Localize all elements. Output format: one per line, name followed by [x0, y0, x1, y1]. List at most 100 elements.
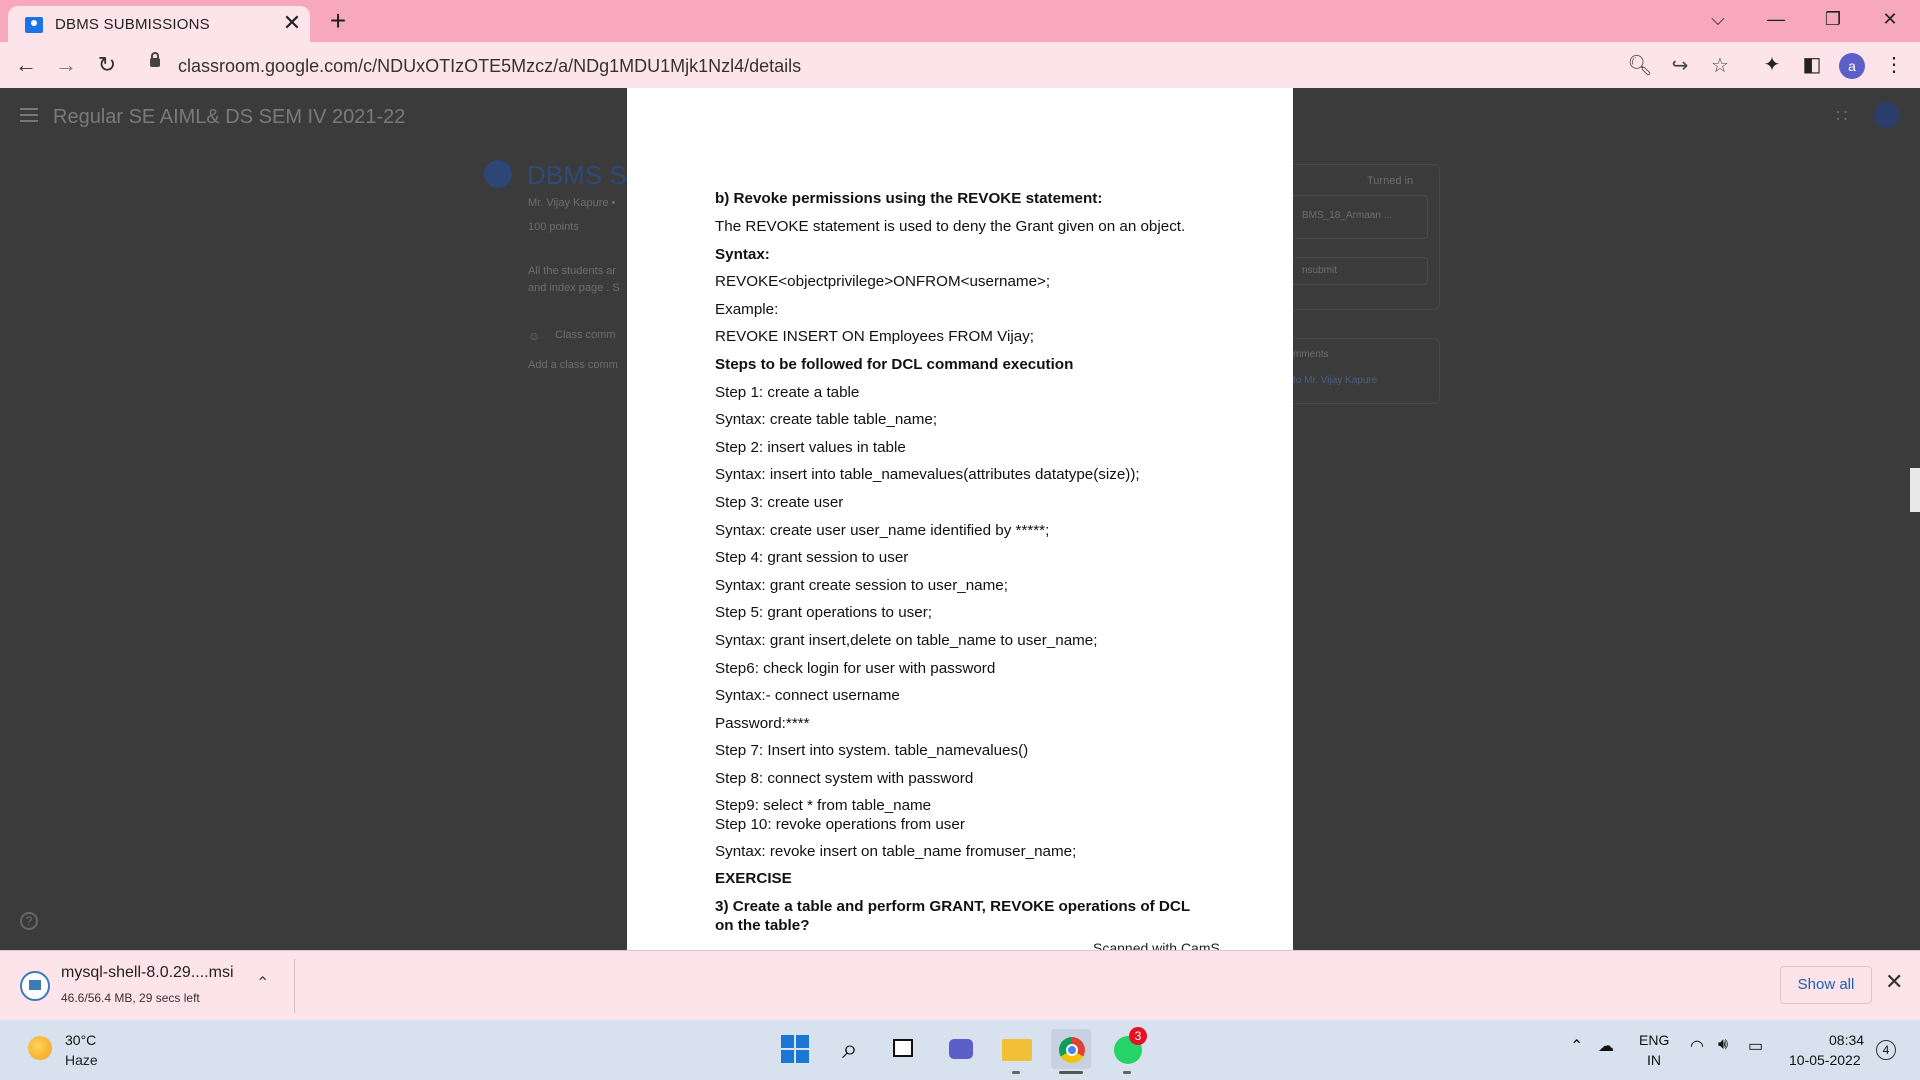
document-line: Step9: select * from table_name	[715, 797, 932, 814]
running-indicator	[1123, 1071, 1131, 1074]
document-line: Step 5: grant operations to user;	[715, 604, 932, 621]
document-line: Step 1: create a table	[715, 384, 860, 401]
show-all-button[interactable]: Show all	[1780, 966, 1872, 1004]
running-indicator	[1012, 1071, 1020, 1074]
teacher-name: Mr. Vijay Kapure •	[528, 197, 616, 209]
attachment-chip[interactable]: BMS_18_Armaan ...	[1291, 195, 1428, 239]
minimize-button[interactable]: —	[1748, 0, 1804, 40]
clock-time[interactable]: 08:34	[1829, 1032, 1864, 1048]
side-panel-icon[interactable]: ◧	[1796, 49, 1828, 81]
unsubmit-label: nsubmit	[1302, 265, 1338, 276]
clock-date[interactable]: 10-05-2022	[1789, 1052, 1861, 1068]
turned-in-status: Turned in	[1367, 175, 1414, 187]
back-button[interactable]: ←	[10, 49, 42, 81]
close-shelf-icon[interactable]: ✕	[1885, 969, 1903, 995]
class-name[interactable]: Regular SE AIML& DS SEM IV 2021-22	[53, 106, 405, 129]
close-window-button[interactable]: ✕	[1862, 0, 1918, 40]
document-line: Step 8: connect system with password	[715, 770, 974, 787]
file-explorer-icon[interactable]	[996, 1029, 1036, 1069]
document-line: Step 4: grant session to user	[715, 549, 909, 566]
assignment-points: 100 points	[528, 221, 579, 233]
add-class-comment-link[interactable]: Add a class comm	[528, 359, 618, 371]
document-line: Step 2: insert values in table	[715, 439, 906, 456]
profile-avatar[interactable]: a	[1839, 53, 1865, 79]
divider	[294, 959, 295, 1013]
start-button-icon[interactable]	[775, 1029, 815, 1069]
chrome-icon[interactable]	[1051, 1029, 1091, 1069]
teams-chat-icon[interactable]	[940, 1029, 980, 1069]
onedrive-icon[interactable]: ☁	[1598, 1036, 1614, 1056]
tab-search-icon[interactable]: ⌵	[1690, 0, 1746, 40]
document-line: The REVOKE statement is used to deny the…	[715, 218, 1186, 235]
private-comments-card: mments to Mr. Vijay Kapure	[1280, 338, 1440, 404]
help-icon[interactable]: ?	[20, 912, 38, 930]
browser-toolbar: ← → ↻ classroom.google.com/c/NDUxOTIzOTE…	[0, 42, 1920, 88]
document-line: Steps to be followed for DCL command exe…	[715, 356, 1074, 373]
document-line: Step 7: Insert into system. table_nameva…	[715, 742, 1029, 759]
document-line: Syntax:	[715, 246, 770, 263]
extensions-puzzle-icon[interactable]: ✦	[1756, 49, 1788, 81]
document-line: Syntax: insert into table_namevalues(att…	[715, 466, 1140, 483]
download-file-name[interactable]: mysql-shell-8.0.29....msi	[61, 964, 234, 982]
chevron-up-icon[interactable]: ⌃	[256, 973, 269, 993]
reload-button[interactable]: ↻	[91, 49, 123, 81]
your-work-card: Turned in BMS_18_Armaan ... nsubmit	[1280, 164, 1440, 310]
tray-overflow-chevron-icon[interactable]: ⌃	[1570, 1036, 1583, 1056]
document-line: Step 10: revoke operations from user	[715, 816, 965, 833]
region-indicator[interactable]: IN	[1647, 1052, 1661, 1068]
download-shelf: mysql-shell-8.0.29....msi 46.6/56.4 MB, …	[0, 950, 1920, 1020]
tab-strip: DBMS SUBMISSIONS ✕ + ⌵ — ❐ ✕	[0, 0, 1920, 42]
language-indicator[interactable]: ENG	[1639, 1032, 1669, 1048]
wifi-icon[interactable]: ◠	[1690, 1036, 1704, 1056]
apps-grid-icon[interactable]: ∷	[1836, 106, 1847, 127]
document-line: b) Revoke permissions using the REVOKE s…	[715, 190, 1103, 207]
unsubmit-button[interactable]: nsubmit	[1291, 257, 1428, 285]
document-viewer[interactable]: b) Revoke permissions using the REVOKE s…	[627, 88, 1293, 950]
tab-close-icon[interactable]: ✕	[280, 11, 304, 35]
new-tab-button[interactable]: +	[322, 6, 354, 38]
tab-title: DBMS SUBMISSIONS	[55, 16, 210, 33]
weather-description[interactable]: Haze	[65, 1052, 98, 1068]
document-line: EXERCISE	[715, 870, 792, 887]
attachment-name: BMS_18_Armaan ...	[1302, 210, 1393, 221]
more-menu-icon[interactable]: ⋮	[1878, 49, 1910, 81]
class-comments-label: Class comm	[555, 329, 616, 341]
weather-sun-icon[interactable]	[28, 1036, 52, 1060]
tab-dbms-submissions[interactable]: DBMS SUBMISSIONS ✕	[8, 6, 310, 42]
weather-temperature[interactable]: 30°C	[65, 1032, 96, 1048]
address-bar[interactable]: classroom.google.com/c/NDUxOTIzOTE5Mzcz/…	[138, 48, 1729, 82]
document-line: Syntax: grant insert,delete on table_nam…	[715, 632, 1098, 649]
windows-taskbar: 30°C Haze ⌕	[0, 1020, 1920, 1080]
installer-file-icon[interactable]	[20, 971, 50, 1001]
document-line: 3) Create a table and perform GRANT, REV…	[715, 898, 1191, 915]
zoom-icon[interactable]: 🔍︎	[1626, 52, 1654, 80]
document-line: Step 3: create user	[715, 494, 844, 511]
document-line: on the table?	[715, 917, 810, 934]
page-scrollbar[interactable]	[1910, 468, 1920, 512]
forward-button[interactable]: →	[50, 49, 82, 81]
volume-icon[interactable]: 🔊︎	[1718, 1036, 1728, 1054]
lock-icon[interactable]	[150, 52, 160, 67]
private-comment-link[interactable]: to Mr. Vijay Kapure	[1293, 375, 1377, 386]
document-line: REVOKE INSERT ON Employees FROM Vijay;	[715, 328, 1035, 345]
task-view-icon[interactable]	[883, 1029, 923, 1069]
document-line: Syntax: grant create session to user_nam…	[715, 577, 1008, 594]
search-icon[interactable]: ⌕	[830, 1029, 870, 1069]
notification-count[interactable]: 4	[1876, 1040, 1896, 1060]
instructions-line-2: and index page . S	[528, 282, 620, 294]
instructions-line-1: All the students ar	[528, 265, 617, 277]
restore-button[interactable]: ❐	[1805, 0, 1861, 40]
bookmark-star-icon[interactable]: ☆	[1706, 52, 1734, 80]
url-text[interactable]: classroom.google.com/c/NDUxOTIzOTE5Mzcz/…	[178, 56, 801, 77]
assignment-icon	[484, 160, 512, 188]
document-line: Syntax: revoke insert on table_name from…	[715, 843, 1077, 860]
private-comments-label: mments	[1293, 349, 1329, 360]
classroom-favicon-icon	[25, 17, 43, 33]
download-progress-status: 46.6/56.4 MB, 29 secs left	[61, 991, 200, 1005]
battery-icon[interactable]: ▭	[1748, 1036, 1763, 1056]
share-icon[interactable]: ↪	[1666, 52, 1694, 80]
document-line: REVOKE<objectprivilege>ONFROM<username>;	[715, 273, 1051, 290]
document-line: Password:****	[715, 715, 810, 732]
main-menu-icon[interactable]	[20, 108, 38, 122]
user-avatar[interactable]	[1874, 102, 1900, 128]
